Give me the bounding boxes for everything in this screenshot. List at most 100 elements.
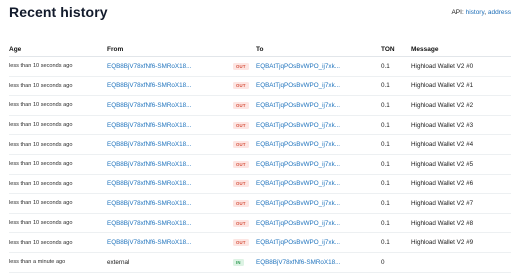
api-history-link[interactable]: history	[466, 9, 485, 16]
direction-badge: OUT	[233, 160, 249, 168]
to-cell: EQBAtTjqPOsBvWPO_ij7xk...	[256, 154, 381, 175]
to-cell: EQBAtTjqPOsBvWPO_ij7xk...	[256, 115, 381, 136]
age-cell: less than 10 seconds ago	[9, 154, 107, 175]
ton-cell: 0.1	[381, 154, 411, 175]
from-external-label: external	[107, 258, 130, 266]
table-row: less than 10 seconds ago EQB8BjV78xfNf6-S…	[9, 213, 511, 234]
api-label: API:	[451, 9, 464, 16]
message-cell	[411, 252, 511, 273]
from-address-link[interactable]: EQB8BjV78xfNf6-SMRoX18...	[107, 239, 191, 246]
age-cell: less than 10 seconds ago	[9, 193, 107, 214]
ton-cell: 0.1	[381, 174, 411, 195]
direction-badge: IN	[233, 258, 244, 266]
table-row: less than 10 seconds ago EQB8BjV78xfNf6-S…	[9, 56, 511, 77]
to-address-link[interactable]: EQBAtTjqPOsBvWPO_ij7xk...	[256, 220, 340, 227]
to-address-link[interactable]: EQBAtTjqPOsBvWPO_ij7xk...	[256, 239, 340, 246]
age-cell: less than 10 seconds ago	[9, 134, 107, 155]
recent-history-page: Recent history API: history, address Age…	[0, 0, 520, 273]
message-cell: Highload Wallet V2 #1	[411, 76, 511, 97]
to-address-link[interactable]: EQBAtTjqPOsBvWPO_ij7xk...	[256, 161, 340, 168]
to-cell: EQBAtTjqPOsBvWPO_ij7xk...	[256, 134, 381, 155]
from-address-link[interactable]: EQB8BjV78xfNf6-SMRoX18...	[107, 63, 191, 70]
table-header-row: Age From To TON Message	[9, 43, 511, 57]
to-address-link[interactable]: EQB8BjV78xfNf6-SMRoX18...	[256, 259, 340, 266]
message-cell: Highload Wallet V2 #0	[411, 56, 511, 77]
from-address-link[interactable]: EQB8BjV78xfNf6-SMRoX18...	[107, 200, 191, 207]
to-address-link[interactable]: EQBAtTjqPOsBvWPO_ij7xk...	[256, 82, 340, 89]
to-address-link[interactable]: EQBAtTjqPOsBvWPO_ij7xk...	[256, 63, 340, 70]
from-address-link[interactable]: EQB8BjV78xfNf6-SMRoX18...	[107, 102, 191, 109]
from-address-link[interactable]: EQB8BjV78xfNf6-SMRoX18...	[107, 161, 191, 168]
from-cell: EQB8BjV78xfNf6-SMRoX18...	[107, 232, 233, 253]
direction-cell: OUT	[233, 95, 256, 116]
api-separator: ,	[484, 9, 487, 16]
table-row: less than 10 seconds ago EQB8BjV78xfNf6-S…	[9, 115, 511, 136]
to-cell: EQB8BjV78xfNf6-SMRoX18...	[256, 252, 381, 273]
column-header-message: Message	[411, 43, 511, 57]
table-row: less than 10 seconds ago EQB8BjV78xfNf6-S…	[9, 193, 511, 214]
direction-badge: OUT	[233, 101, 249, 109]
direction-badge: OUT	[233, 199, 249, 207]
message-cell: Highload Wallet V2 #6	[411, 174, 511, 195]
to-address-link[interactable]: EQBAtTjqPOsBvWPO_ij7xk...	[256, 200, 340, 207]
direction-cell: IN	[233, 252, 256, 273]
from-address-link[interactable]: EQB8BjV78xfNf6-SMRoX18...	[107, 82, 191, 89]
to-address-link[interactable]: EQBAtTjqPOsBvWPO_ij7xk...	[256, 102, 340, 109]
from-address-link[interactable]: EQB8BjV78xfNf6-SMRoX18...	[107, 141, 191, 148]
to-cell: EQBAtTjqPOsBvWPO_ij7xk...	[256, 213, 381, 234]
direction-badge: OUT	[233, 121, 249, 129]
age-cell: less than 10 seconds ago	[9, 174, 107, 195]
age-cell: less than 10 seconds ago	[9, 95, 107, 116]
ton-cell: 0.1	[381, 193, 411, 214]
to-cell: EQBAtTjqPOsBvWPO_ij7xk...	[256, 174, 381, 195]
age-cell: less than 10 seconds ago	[9, 232, 107, 253]
table-row: less than 10 seconds ago EQB8BjV78xfNf6-S…	[9, 134, 511, 155]
column-header-ton: TON	[381, 43, 411, 57]
from-cell: EQB8BjV78xfNf6-SMRoX18...	[107, 76, 233, 97]
direction-cell: OUT	[233, 232, 256, 253]
to-address-link[interactable]: EQBAtTjqPOsBvWPO_ij7xk...	[256, 180, 340, 187]
from-cell: EQB8BjV78xfNf6-SMRoX18...	[107, 56, 233, 77]
column-header-direction	[233, 43, 256, 57]
direction-badge: OUT	[233, 219, 249, 227]
to-cell: EQBAtTjqPOsBvWPO_ij7xk...	[256, 95, 381, 116]
ton-cell: 0.1	[381, 134, 411, 155]
table-body: less than 10 seconds ago EQB8BjV78xfNf6-S…	[9, 56, 511, 273]
ton-cell: 0.1	[381, 95, 411, 116]
table-row: less than a minute ago external IN EQB8BjV7…	[9, 252, 511, 273]
history-table: Age From To TON Message less than 10 sec…	[9, 43, 511, 273]
from-cell: EQB8BjV78xfNf6-SMRoX18...	[107, 95, 233, 116]
from-address-link[interactable]: EQB8BjV78xfNf6-SMRoX18...	[107, 180, 191, 187]
direction-cell: OUT	[233, 193, 256, 214]
from-cell: external	[107, 252, 233, 273]
message-cell: Highload Wallet V2 #3	[411, 115, 511, 136]
from-cell: EQB8BjV78xfNf6-SMRoX18...	[107, 134, 233, 155]
column-header-to: To	[256, 43, 381, 57]
ton-cell: 0.1	[381, 213, 411, 234]
direction-cell: OUT	[233, 213, 256, 234]
api-address-link[interactable]: address	[488, 9, 511, 16]
column-header-from: From	[107, 43, 233, 57]
direction-badge: OUT	[233, 239, 249, 247]
ton-cell: 0.1	[381, 115, 411, 136]
to-address-link[interactable]: EQBAtTjqPOsBvWPO_ij7xk...	[256, 141, 340, 148]
direction-cell: OUT	[233, 154, 256, 175]
table-row: less than 10 seconds ago EQB8BjV78xfNf6-S…	[9, 174, 511, 195]
to-cell: EQBAtTjqPOsBvWPO_ij7xk...	[256, 56, 381, 77]
direction-badge: OUT	[233, 62, 249, 70]
to-cell: EQBAtTjqPOsBvWPO_ij7xk...	[256, 232, 381, 253]
to-address-link[interactable]: EQBAtTjqPOsBvWPO_ij7xk...	[256, 122, 340, 129]
from-address-link[interactable]: EQB8BjV78xfNf6-SMRoX18...	[107, 220, 191, 227]
table-row: less than 10 seconds ago EQB8BjV78xfNf6-S…	[9, 95, 511, 116]
message-cell: Highload Wallet V2 #8	[411, 213, 511, 234]
table-row: less than 10 seconds ago EQB8BjV78xfNf6-S…	[9, 76, 511, 97]
column-header-age: Age	[9, 43, 107, 57]
direction-badge: OUT	[233, 82, 249, 90]
from-cell: EQB8BjV78xfNf6-SMRoX18...	[107, 213, 233, 234]
table-row: less than 10 seconds ago EQB8BjV78xfNf6-S…	[9, 232, 511, 253]
to-cell: EQBAtTjqPOsBvWPO_ij7xk...	[256, 193, 381, 214]
from-address-link[interactable]: EQB8BjV78xfNf6-SMRoX18...	[107, 122, 191, 129]
direction-badge: OUT	[233, 180, 249, 188]
from-cell: EQB8BjV78xfNf6-SMRoX18...	[107, 154, 233, 175]
message-cell: Highload Wallet V2 #2	[411, 95, 511, 116]
